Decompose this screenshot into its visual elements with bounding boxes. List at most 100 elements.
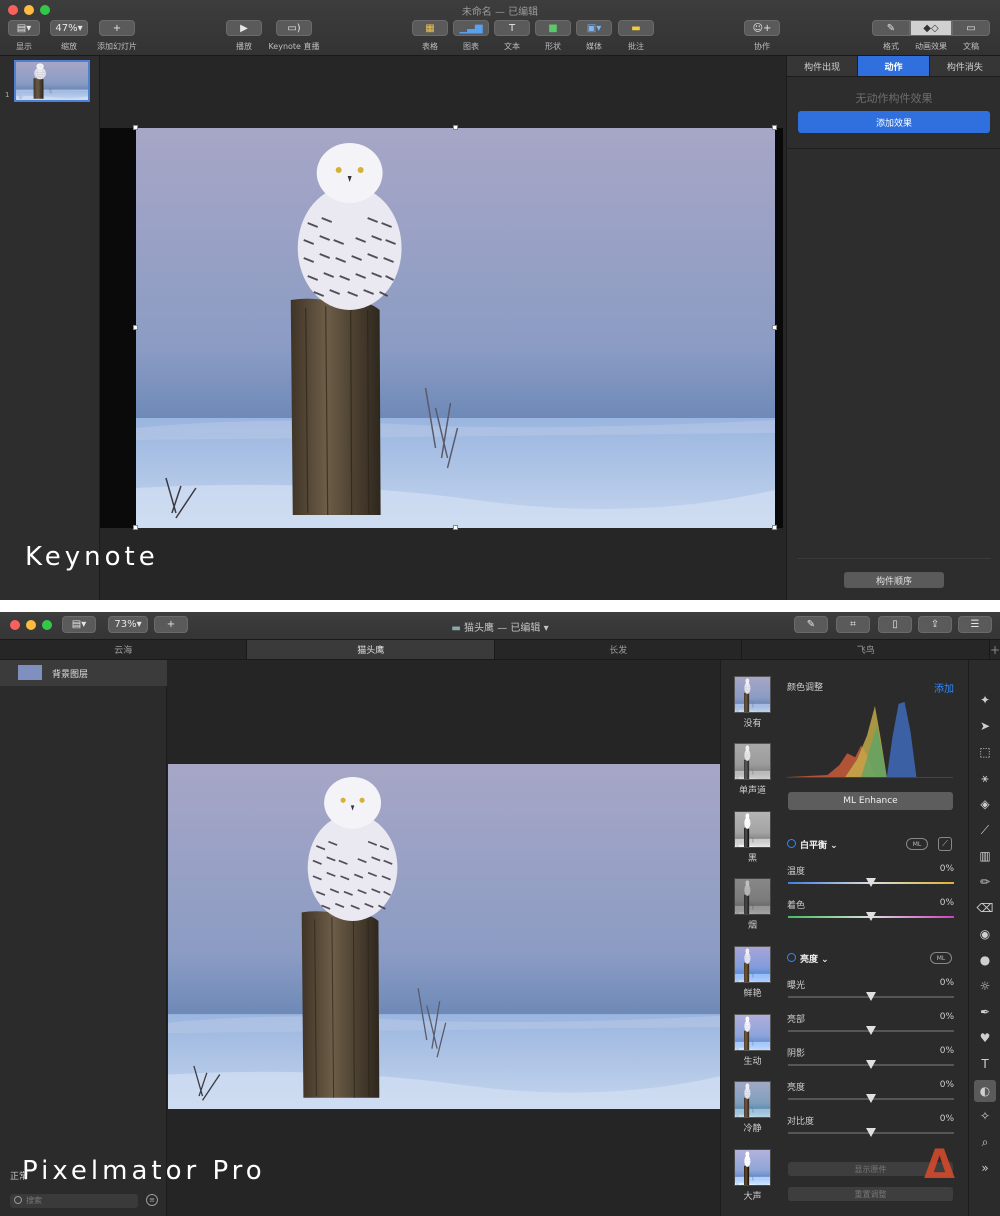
rectangle-select-icon[interactable]: ⬚ <box>977 744 993 760</box>
tab-bird[interactable]: 飞鸟 <box>742 640 990 659</box>
resize-handle-top-right[interactable] <box>772 125 777 130</box>
slide-canvas[interactable] <box>100 56 786 600</box>
slider-knob[interactable] <box>866 1128 876 1137</box>
add-effect-button[interactable]: 添加效果 <box>798 111 990 133</box>
chart-button[interactable]: ▁▃▆ <box>453 20 489 36</box>
color-adjust-icon[interactable]: ◐ <box>974 1080 996 1102</box>
eyedropper-button[interactable]: ⟋ <box>938 837 952 851</box>
preset-loud[interactable]: 大声 <box>734 1149 771 1202</box>
add-adjustment-button[interactable]: 添加 <box>934 680 954 695</box>
slider-value[interactable]: 0% <box>940 864 954 874</box>
slider-knob[interactable] <box>866 1026 876 1035</box>
play-button[interactable]: ▶ <box>226 20 262 36</box>
build-order-button[interactable]: 构件顺序 <box>844 572 944 588</box>
preset-lively[interactable]: 生动 <box>734 1014 771 1067</box>
owl-image[interactable] <box>168 764 720 1109</box>
slider-value[interactable]: 0% <box>940 1012 954 1022</box>
format-button[interactable]: ✎ <box>872 20 910 36</box>
new-tab-button[interactable]: + <box>990 640 1000 659</box>
eraser-icon[interactable]: ⌫ <box>977 900 994 916</box>
light-section[interactable]: 亮度 ⌄ <box>787 952 829 965</box>
temperature-slider[interactable] <box>788 878 954 887</box>
tab-owl[interactable]: 猫头鹰 <box>247 640 495 659</box>
pen-nib-icon[interactable]: ✒ <box>977 1004 993 1020</box>
ml-white-balance-button[interactable]: ML <box>906 838 928 850</box>
layer-search-input[interactable]: 搜索 <box>10 1194 138 1208</box>
tab-action[interactable]: 动作 <box>858 56 930 76</box>
blur-icon[interactable]: ● <box>977 952 993 968</box>
repair-tool-icon[interactable]: ◈ <box>977 796 993 812</box>
keynote-live-button[interactable]: ▭) <box>276 20 312 36</box>
resize-handle-right[interactable] <box>772 325 777 330</box>
slider-value[interactable]: 0% <box>940 1046 954 1056</box>
tab-yunhai[interactable]: 云海 <box>0 640 248 659</box>
text-button[interactable]: T <box>494 20 530 36</box>
slider-value[interactable]: 0% <box>940 978 954 988</box>
filter-icon[interactable]: ≡ <box>146 1194 158 1206</box>
pen-tool-button[interactable]: ✎ <box>794 616 828 633</box>
slider-value[interactable]: 0% <box>940 898 954 908</box>
crop-button[interactable]: ⌗ <box>836 616 870 633</box>
collaborate-button[interactable]: ☺+ <box>744 20 780 36</box>
comment-button[interactable]: ▬ <box>618 20 654 36</box>
resize-handle-top[interactable] <box>453 125 458 130</box>
resize-handle-left[interactable] <box>133 325 138 330</box>
arrange-pointer-icon[interactable]: ➤ <box>977 718 993 734</box>
pencil-icon[interactable]: ✏ <box>977 874 993 890</box>
more-tools-icon[interactable]: » <box>977 1160 993 1176</box>
share-button[interactable]: ⇪ <box>918 616 952 633</box>
preset-noir[interactable]: 黑 <box>734 811 771 864</box>
tab-build-in[interactable]: 构件出现 <box>787 56 859 76</box>
contrast-slider[interactable] <box>788 1128 954 1137</box>
ml-light-button[interactable]: ML <box>930 952 952 964</box>
zoom-select[interactable]: 47% ▾ <box>50 20 88 36</box>
slider-value[interactable]: 0% <box>940 1080 954 1090</box>
paint-brush-icon[interactable]: ⟋ <box>977 822 993 838</box>
document-button[interactable]: ▯ <box>878 616 912 633</box>
slider-knob[interactable] <box>866 1094 876 1103</box>
resize-handle-bottom[interactable] <box>453 525 458 530</box>
exposure-slider[interactable] <box>788 992 954 1001</box>
highlights-slider[interactable] <box>788 1026 954 1035</box>
clone-stamp-icon[interactable]: ◉ <box>977 926 993 942</box>
preset-mono[interactable]: 单声道 <box>734 743 771 796</box>
ml-enhance-button[interactable]: ML Enhance <box>788 792 953 810</box>
heart-shape-icon[interactable]: ♥ <box>977 1030 993 1046</box>
preset-calm[interactable]: 冷静 <box>734 1081 771 1134</box>
effects-star-icon[interactable]: ✧ <box>977 1108 993 1124</box>
add-slide-button[interactable]: + <box>99 20 135 36</box>
preset-vivid[interactable]: 鲜艳 <box>734 946 771 999</box>
resize-handle-bottom-right[interactable] <box>772 525 777 530</box>
brightness-slider[interactable] <box>788 1094 954 1103</box>
table-button[interactable]: ▦ <box>412 20 448 36</box>
resize-handle-top-left[interactable] <box>133 125 138 130</box>
layer-row[interactable]: 背景图层 <box>0 660 167 686</box>
gradient-icon[interactable]: ▥ <box>977 848 993 864</box>
magic-wand-icon[interactable]: ⚹ <box>977 770 993 786</box>
adjust-button[interactable]: ☰ <box>958 616 992 633</box>
slider-knob[interactable] <box>866 992 876 1001</box>
white-balance-section[interactable]: 白平衡 ⌄ <box>787 838 838 851</box>
slider-value[interactable]: 0% <box>940 1114 954 1124</box>
toggle-radio-icon[interactable] <box>787 839 796 848</box>
shape-button[interactable]: ■ <box>535 20 571 36</box>
preset-none[interactable]: 没有 <box>734 676 771 729</box>
media-button[interactable]: ▣▾ <box>576 20 612 36</box>
slide-thumbnail[interactable] <box>14 60 90 102</box>
document-button[interactable]: ▭ <box>952 20 990 36</box>
tint-slider[interactable] <box>788 912 954 921</box>
animate-button[interactable]: ◆◇ <box>910 20 952 36</box>
tab-long-hair[interactable]: 长发 <box>495 640 743 659</box>
type-tool-icon[interactable]: T <box>977 1056 993 1072</box>
view-button[interactable]: ▤▾ <box>8 20 40 36</box>
toggle-radio-icon[interactable] <box>787 953 796 962</box>
preset-smoke[interactable]: 烟 <box>734 878 771 931</box>
tab-build-out[interactable]: 构件消失 <box>930 56 1000 76</box>
shadows-slider[interactable] <box>788 1060 954 1069</box>
slider-knob[interactable] <box>866 912 876 921</box>
image-canvas[interactable] <box>167 660 720 1216</box>
style-tool-icon[interactable]: ✦ <box>977 692 993 708</box>
reset-adjustments-button[interactable]: 重置调整 <box>788 1187 953 1201</box>
owl-image[interactable] <box>136 128 775 528</box>
resize-handle-bottom-left[interactable] <box>133 525 138 530</box>
